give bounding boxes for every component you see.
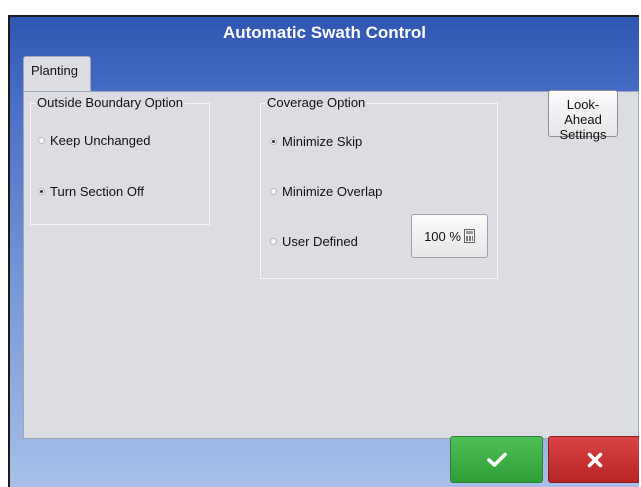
- radio-label: User Defined: [282, 234, 358, 249]
- user-defined-percent-button[interactable]: 100 %: [411, 214, 488, 258]
- radio-unselected-icon: [270, 188, 277, 195]
- outside-boundary-group: Outside Boundary Option Keep Unchanged T…: [30, 95, 210, 225]
- radio-minimize-overlap[interactable]: Minimize Overlap: [270, 184, 382, 199]
- look-ahead-label-line2: Settings: [559, 127, 607, 142]
- radio-minimize-skip[interactable]: Minimize Skip: [270, 134, 362, 149]
- look-ahead-settings-button[interactable]: Look-Ahead Settings: [548, 90, 618, 142]
- cancel-button[interactable]: [548, 436, 639, 483]
- radio-keep-unchanged[interactable]: Keep Unchanged: [38, 133, 150, 148]
- dialog-window: Automatic Swath Control Planting Outside…: [8, 15, 639, 487]
- settings-panel: Outside Boundary Option Keep Unchanged T…: [23, 90, 639, 439]
- look-ahead-label-line1: Look-Ahead: [564, 97, 602, 127]
- radio-label: Minimize Overlap: [282, 184, 383, 199]
- radio-user-defined[interactable]: User Defined: [270, 234, 358, 249]
- radio-turn-section-off[interactable]: Turn Section Off: [38, 184, 144, 199]
- tab-planting[interactable]: Planting: [23, 56, 91, 92]
- radio-label: Minimize Skip: [282, 134, 363, 149]
- checkmark-icon: [486, 452, 507, 467]
- percent-value: 100 %: [424, 228, 461, 244]
- outside-boundary-legend: Outside Boundary Option: [35, 95, 185, 110]
- coverage-option-legend: Coverage Option: [265, 95, 368, 110]
- radio-label: Keep Unchanged: [50, 133, 151, 148]
- radio-selected-icon: [38, 188, 45, 195]
- radio-selected-icon: [270, 138, 277, 145]
- accept-button[interactable]: [450, 436, 543, 483]
- calculator-icon: [463, 229, 475, 243]
- radio-unselected-icon: [270, 238, 277, 245]
- coverage-option-group: Coverage Option Minimize Skip Minimize O…: [260, 95, 498, 279]
- window-title: Automatic Swath Control: [222, 23, 427, 42]
- radio-label: Turn Section Off: [50, 184, 144, 199]
- x-icon: [587, 452, 602, 467]
- radio-unselected-icon: [38, 137, 45, 144]
